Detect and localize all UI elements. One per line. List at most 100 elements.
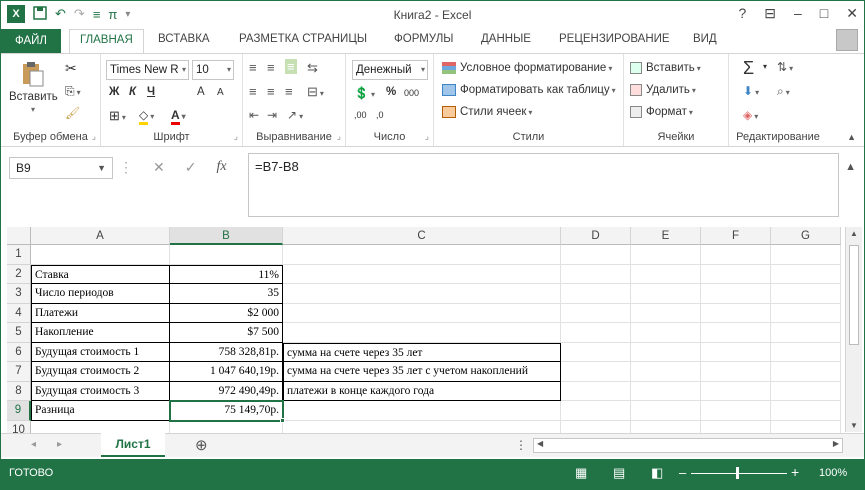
cell-g7[interactable] xyxy=(771,362,841,382)
column-header-f[interactable]: F xyxy=(701,227,771,245)
currency-icon[interactable]: 💲 ▾ xyxy=(354,86,375,100)
cell-a1[interactable] xyxy=(31,245,170,265)
clear-icon[interactable]: ◈ ▾ xyxy=(743,108,758,122)
cell-f9[interactable] xyxy=(701,401,771,421)
cell-c1[interactable] xyxy=(283,245,561,265)
delete-cells-button[interactable]: Удалить ▾ xyxy=(630,84,696,96)
cell-e9[interactable] xyxy=(631,401,701,421)
formula-input[interactable]: =B7-B8 xyxy=(248,153,839,217)
cell-d5[interactable] xyxy=(561,323,631,343)
increase-decimal-button[interactable]: ,00 xyxy=(354,110,367,120)
user-avatar[interactable] xyxy=(836,29,858,51)
cut-icon[interactable]: ✂ xyxy=(65,60,77,77)
borders-icon[interactable]: ⊞ ▾ xyxy=(109,108,126,124)
vertical-scrollbar[interactable]: ▲ ▼ xyxy=(845,227,862,432)
sort-filter-icon[interactable]: ⇅ ▾ xyxy=(777,60,793,74)
tab-page-layout[interactable]: РАЗМЕТКА СТРАНИЦЫ xyxy=(239,33,367,45)
cell-c6[interactable]: сумма на счете через 35 лет xyxy=(283,342,561,362)
number-launcher-icon[interactable]: ⌟ xyxy=(425,131,429,142)
autosum-button[interactable]: Σ xyxy=(743,58,754,79)
bold-button[interactable]: Ж xyxy=(109,86,119,98)
tab-insert[interactable]: ВСТАВКА xyxy=(158,33,210,45)
zoom-level[interactable]: 100% xyxy=(819,467,847,479)
cancel-icon[interactable]: ✕ xyxy=(153,159,165,176)
cell-g8[interactable] xyxy=(771,381,841,401)
cell-c4[interactable] xyxy=(283,303,561,323)
cell-styles-button[interactable]: Стили ячеек ▾ xyxy=(442,106,532,118)
alignment-launcher-icon[interactable]: ⌟ xyxy=(337,131,341,142)
cell-b8[interactable]: 972 490,49р. xyxy=(170,381,283,401)
cell-f5[interactable] xyxy=(701,323,771,343)
ribbon-display-options-button[interactable]: ⊟ xyxy=(764,5,776,22)
column-header-a[interactable]: A xyxy=(31,227,170,245)
cell-a9[interactable]: Разница xyxy=(31,401,170,421)
zoom-slider[interactable] xyxy=(691,473,787,474)
cell-c8[interactable]: платежи в конце каждого года xyxy=(283,381,561,401)
vertical-scroll-thumb[interactable] xyxy=(849,245,859,345)
zoom-slider-thumb[interactable] xyxy=(736,467,739,479)
page-layout-view-icon[interactable]: ▤ xyxy=(613,465,625,481)
cell-c5[interactable] xyxy=(283,323,561,343)
decrease-decimal-button[interactable]: ,0 xyxy=(376,110,384,120)
cell-f7[interactable] xyxy=(701,362,771,382)
cell-a5[interactable]: Накопление xyxy=(31,323,170,343)
row-header-9[interactable]: 9 xyxy=(7,401,31,421)
scroll-up-icon[interactable]: ▲ xyxy=(850,229,858,238)
scroll-down-icon[interactable]: ▼ xyxy=(850,421,858,430)
collapse-ribbon-icon[interactable]: ▲ xyxy=(847,132,856,142)
insert-cells-button[interactable]: Вставить ▾ xyxy=(630,62,701,74)
cell-f3[interactable] xyxy=(701,284,771,304)
cell-f2[interactable] xyxy=(701,264,771,284)
copy-icon[interactable]: ⎘ ▾ xyxy=(65,84,81,99)
cell-a8[interactable]: Будущая стоимость 3 xyxy=(31,381,170,401)
cell-c3[interactable] xyxy=(283,284,561,304)
cell-d4[interactable] xyxy=(561,303,631,323)
fill-color-icon[interactable]: ◇ ▾ xyxy=(139,108,154,125)
number-format-combo[interactable]: Денежный ▾ xyxy=(352,60,428,80)
column-header-d[interactable]: D xyxy=(561,227,631,245)
italic-button[interactable]: К xyxy=(129,86,136,98)
cell-a2[interactable]: Ставка xyxy=(31,264,170,284)
new-sheet-icon[interactable]: ⊕ xyxy=(195,436,208,454)
paste-button[interactable]: Вставить ▾ xyxy=(9,60,58,115)
autosum-dropdown-icon[interactable]: ▾ xyxy=(763,62,767,71)
cell-b1[interactable] xyxy=(170,245,283,265)
align-center-icon[interactable]: ≡ xyxy=(267,84,275,99)
cell-e7[interactable] xyxy=(631,362,701,382)
cell-d7[interactable] xyxy=(561,362,631,382)
clipboard-launcher-icon[interactable]: ⌟ xyxy=(92,131,96,142)
sheet-tab-list1[interactable]: Лист1 xyxy=(101,433,165,457)
orientation-icon[interactable]: ↗ ▾ xyxy=(287,108,303,122)
tab-file[interactable]: ФАЙЛ xyxy=(1,29,61,53)
scroll-left-icon[interactable]: ◀ xyxy=(537,439,543,448)
cell-b3[interactable]: 35 xyxy=(170,284,283,304)
row-header-5[interactable]: 5 xyxy=(7,323,31,343)
enter-icon[interactable]: ✓ xyxy=(185,159,197,176)
row-header-7[interactable]: 7 xyxy=(7,362,31,382)
cell-e4[interactable] xyxy=(631,303,701,323)
cell-d6[interactable] xyxy=(561,342,631,362)
cell-g9[interactable] xyxy=(771,401,841,421)
font-name-combo[interactable]: Times New R ▾ xyxy=(106,60,189,80)
cell-f1[interactable] xyxy=(701,245,771,265)
cell-e6[interactable] xyxy=(631,342,701,362)
fill-icon[interactable]: ⬇ ▾ xyxy=(743,84,759,98)
zoom-in-button[interactable]: + xyxy=(791,464,799,480)
sheet-prev-icon[interactable]: ◂ xyxy=(31,439,36,450)
minimize-button[interactable]: – xyxy=(794,5,802,22)
merge-center-icon[interactable]: ⊟ ▾ xyxy=(307,84,324,100)
row-header-2[interactable]: 2 xyxy=(7,264,31,284)
zoom-out-button[interactable]: – xyxy=(679,465,686,480)
align-middle-icon[interactable]: ≡ xyxy=(267,60,275,75)
cell-d1[interactable] xyxy=(561,245,631,265)
cell-d2[interactable] xyxy=(561,264,631,284)
cell-g5[interactable] xyxy=(771,323,841,343)
cell-b4[interactable]: $2 000 xyxy=(170,303,283,323)
cell-g1[interactable] xyxy=(771,245,841,265)
font-launcher-icon[interactable]: ⌟ xyxy=(234,131,238,142)
increase-indent-icon[interactable]: ⇥ xyxy=(267,108,277,122)
cell-a7[interactable]: Будущая стоимость 2 xyxy=(31,362,170,382)
column-header-c[interactable]: C xyxy=(283,227,561,245)
cell-e5[interactable] xyxy=(631,323,701,343)
cell-a6[interactable]: Будущая стоимость 1 xyxy=(31,342,170,362)
